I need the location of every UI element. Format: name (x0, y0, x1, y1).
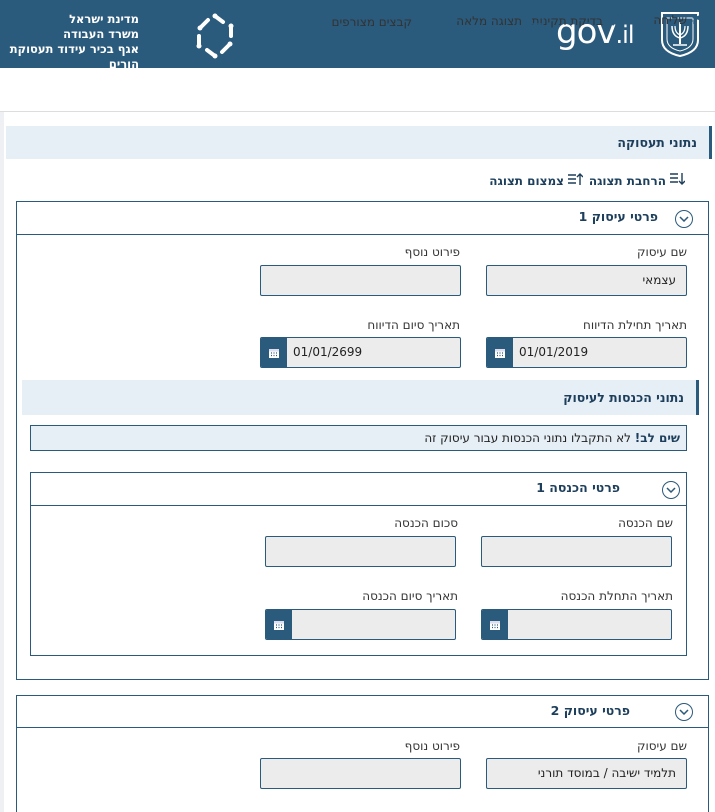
income-end-date-value (292, 610, 455, 639)
full-view-label: תצוגה מלאה (456, 13, 522, 28)
expand-view-label: הרחבת תצוגה (588, 173, 666, 188)
income-name-field[interactable] (481, 536, 672, 567)
income-section-title: נתוני הכנסות לעיסוק (563, 390, 684, 405)
full-view-button[interactable]: תצוגה מלאה (456, 12, 544, 29)
income-end-label: תאריך סיום הכנסה (362, 589, 458, 603)
income-start-date-field[interactable] (481, 609, 672, 640)
paperclip-icon (416, 12, 426, 31)
report-start-date-value: 01/01/2019 (519, 345, 589, 359)
income-section-bar: נתוני הכנסות לעיסוק (22, 380, 699, 415)
send-icon (691, 12, 707, 28)
ministry-line-1: מדינת ישראל (69, 12, 139, 26)
business-name-field[interactable]: עצמאי (486, 265, 687, 296)
business-2-name-field[interactable]: תלמיד ישיבה / במוסד תורני (486, 758, 687, 789)
income-name-label: שם הכנסה (618, 516, 673, 530)
report-end-label: תאריך סיום הדיווח (367, 318, 460, 332)
employment-section-title: נתוני תעסוקה (617, 135, 697, 150)
ministry-line-2: משרד העבודה (63, 27, 139, 41)
report-start-label: תאריך תחילת הדיווח (582, 318, 687, 332)
report-end-date-value: 01/01/2699 (293, 345, 363, 359)
notice-text: לא התקבלו נתוני הכנסות עבור עיסוק זה (424, 431, 635, 445)
calendar-icon[interactable] (266, 610, 292, 639)
employment-section-bar: נתוני תעסוקה (6, 126, 712, 159)
check-icon (607, 12, 624, 30)
expand-view-button[interactable]: הרחבת תצוגה (588, 172, 686, 189)
send-button[interactable]: שליחה (653, 12, 707, 28)
income-1-title: פרטי הכנסה 1 (536, 480, 620, 495)
send-label: שליחה (653, 13, 687, 27)
income-start-label: תאריך התחלת הכנסה (560, 589, 673, 603)
attachments-button[interactable]: קבצים מצורפים (332, 12, 426, 31)
report-end-date-field[interactable]: 01/01/2699 (260, 337, 461, 368)
collapse-view-button[interactable]: צמצום תצוגה (489, 172, 584, 189)
calendar-icon[interactable] (261, 338, 287, 367)
chevron-down-icon (679, 216, 689, 222)
collapse-view-label: צמצום תצוגה (489, 173, 564, 188)
extra-detail-label: פירוט נוסף (404, 245, 460, 259)
action-toolbar (0, 68, 715, 112)
no-income-notice: שים לב! לא התקבלו נתוני הכנסות עבור עיסו… (30, 425, 687, 451)
business-name-label: שם עיסוק (636, 245, 687, 259)
business-2-extra-field[interactable] (260, 758, 461, 789)
collapse-business-1-button[interactable] (675, 210, 693, 228)
income-amount-field[interactable] (265, 536, 456, 567)
business-2-extra-label: פירוט נוסף (404, 739, 460, 753)
income-amount-label: סכום הכנסה (394, 516, 458, 530)
ministry-logo-icon (196, 13, 234, 59)
collapse-view-icon (567, 172, 584, 189)
report-start-date-field[interactable]: 01/01/2019 (486, 337, 687, 368)
business-2-name-label: שם עיסוק (636, 739, 687, 753)
card-icon (526, 12, 544, 29)
notice-bold: שים לב! (634, 431, 680, 445)
business-1-title: פרטי עיסוק 1 (578, 209, 658, 224)
calendar-icon[interactable] (482, 610, 508, 639)
collapse-business-2-button[interactable] (675, 703, 693, 721)
calendar-icon[interactable] (487, 338, 513, 367)
chevron-down-icon (666, 487, 676, 493)
income-start-date-value (508, 610, 671, 639)
income-end-date-field[interactable] (265, 609, 456, 640)
validate-button[interactable]: בדיקת תקינות (532, 12, 624, 30)
left-gutter (0, 112, 4, 812)
business-2-title: פרטי עיסוק 2 (550, 703, 630, 718)
collapse-income-1-button[interactable] (662, 481, 680, 499)
attachments-label: קבצים מצורפים (331, 14, 412, 29)
expand-view-icon (669, 172, 686, 189)
chevron-down-icon (679, 709, 689, 715)
ministry-name: מדינת ישראל משרד העבודה אגף בכיר עידוד ת… (0, 12, 139, 72)
extra-detail-field[interactable] (260, 265, 461, 296)
